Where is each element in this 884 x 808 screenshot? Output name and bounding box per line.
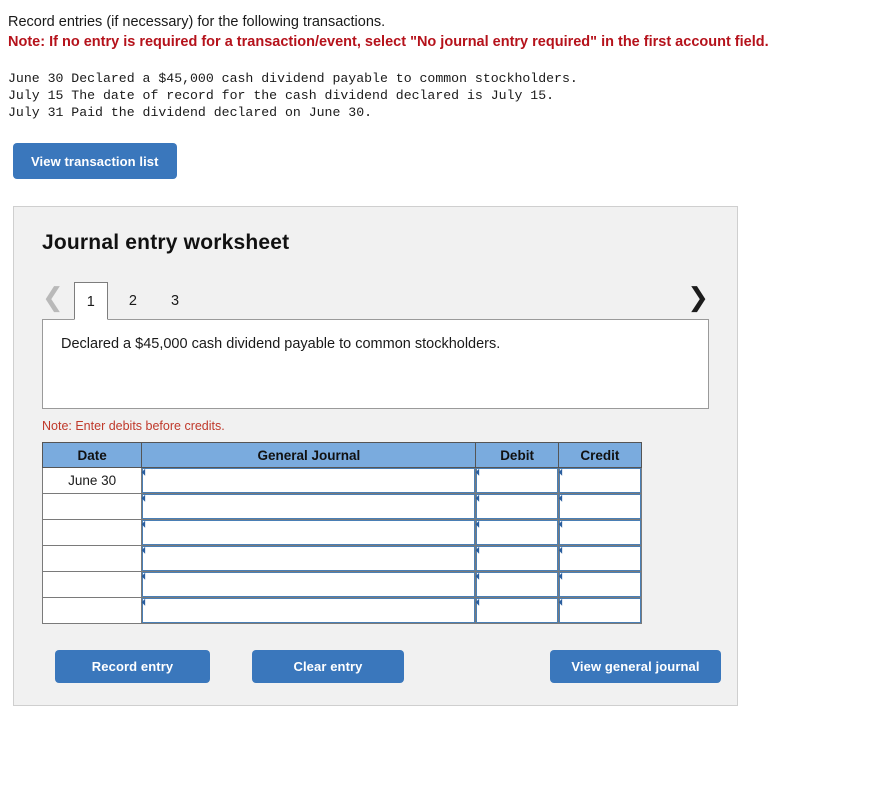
credit-input-field[interactable] — [558, 520, 641, 545]
debit-input-field[interactable] — [476, 572, 558, 597]
view-general-journal-button[interactable]: View general journal — [550, 650, 721, 683]
date-cell[interactable]: June 30 — [41, 467, 143, 494]
worksheet-tab-1[interactable]: 1 — [73, 282, 108, 320]
chevron-left-icon[interactable]: ❮ — [42, 285, 74, 319]
credit-cell[interactable] — [557, 493, 643, 520]
instruction-note: Note: If no entry is required for a tran… — [8, 34, 769, 50]
worksheet-tab-label: 1 — [86, 294, 95, 310]
credit-input-field[interactable] — [558, 494, 641, 519]
debit-cell[interactable] — [475, 467, 559, 494]
journal-account-cell[interactable] — [141, 467, 477, 494]
intro-block: Record entries (if necessary) for the fo… — [0, 0, 884, 52]
credit-cell[interactable] — [557, 545, 643, 572]
instruction-text: Record entries (if necessary) for the fo… — [8, 14, 386, 30]
debit-cell[interactable] — [475, 545, 559, 572]
dropdown-triangle-icon — [558, 598, 569, 610]
debit-input-field[interactable] — [476, 468, 558, 493]
column-header-date: Date — [41, 442, 143, 468]
debit-cell[interactable] — [475, 571, 559, 598]
debit-cell[interactable] — [475, 597, 559, 624]
dropdown-triangle-icon — [476, 494, 487, 506]
dropdown-triangle-icon — [476, 572, 487, 584]
journal-entry-table: Date General Journal Debit Credit June 3… — [41, 442, 643, 624]
dropdown-triangle-icon — [558, 468, 569, 480]
table-row — [41, 571, 643, 598]
debit-cell[interactable] — [475, 519, 559, 546]
debit-cell[interactable] — [475, 493, 559, 520]
table-row — [41, 597, 643, 624]
transaction-line: June 30 Declared a $45,000 cash dividend… — [8, 71, 578, 86]
debit-input-field[interactable] — [476, 494, 558, 519]
dropdown-triangle-icon — [141, 572, 153, 584]
record-entry-button[interactable]: Record entry — [55, 650, 210, 683]
panel-title: Journal entry worksheet — [42, 231, 290, 254]
dropdown-triangle-icon — [476, 598, 487, 610]
view-transaction-list-button[interactable]: View transaction list — [13, 143, 177, 179]
dropdown-triangle-icon — [558, 494, 569, 506]
table-header-row: Date General Journal Debit Credit — [41, 442, 643, 468]
date-cell[interactable] — [41, 545, 143, 572]
account-select-field[interactable] — [141, 468, 476, 493]
clear-entry-button[interactable]: Clear entry — [252, 650, 404, 683]
date-cell[interactable] — [41, 493, 143, 520]
debits-before-credits-note: Note: Enter debits before credits. — [42, 419, 225, 433]
journal-account-cell[interactable] — [141, 571, 477, 598]
credit-input-field[interactable] — [558, 468, 641, 493]
transaction-list: June 30 Declared a $45,000 cash dividend… — [8, 70, 884, 121]
credit-cell[interactable] — [557, 467, 643, 494]
account-select-field[interactable] — [141, 546, 476, 571]
transaction-description-text: Declared a $45,000 cash dividend payable… — [61, 336, 501, 352]
transaction-description-box: Declared a $45,000 cash dividend payable… — [42, 319, 709, 409]
column-header-journal: General Journal — [141, 442, 477, 468]
credit-input-field[interactable] — [558, 598, 641, 623]
transaction-line: July 31 Paid the dividend declared on Ju… — [8, 105, 373, 120]
account-select-field[interactable] — [141, 598, 476, 623]
column-header-debit: Debit — [475, 442, 559, 468]
debit-input-field[interactable] — [476, 598, 558, 623]
credit-input-field[interactable] — [558, 572, 641, 597]
account-select-field[interactable] — [141, 494, 476, 519]
credit-cell[interactable] — [557, 519, 643, 546]
worksheet-tab-2[interactable]: 2 — [116, 281, 150, 319]
dropdown-triangle-icon — [141, 520, 153, 532]
date-cell[interactable] — [41, 571, 143, 598]
credit-cell[interactable] — [557, 571, 643, 598]
worksheet-tab-label: 3 — [170, 293, 180, 309]
credit-cell[interactable] — [557, 597, 643, 624]
dropdown-triangle-icon — [141, 546, 153, 558]
dropdown-triangle-icon — [476, 546, 487, 558]
table-row — [41, 493, 643, 520]
journal-account-cell[interactable] — [141, 597, 477, 624]
journal-account-cell[interactable] — [141, 519, 477, 546]
date-cell[interactable] — [41, 519, 143, 546]
account-select-field[interactable] — [141, 572, 476, 597]
dropdown-triangle-icon — [558, 546, 569, 558]
journal-entry-worksheet-panel: Journal entry worksheet ❮ 1 2 3 ❯ Declar… — [13, 206, 738, 706]
journal-account-cell[interactable] — [141, 545, 477, 572]
worksheet-tab-label: 2 — [128, 293, 137, 309]
date-cell[interactable] — [41, 597, 143, 624]
dropdown-triangle-icon — [558, 520, 569, 532]
debit-input-field[interactable] — [476, 520, 558, 545]
column-header-credit: Credit — [557, 442, 643, 468]
worksheet-actions: Record entry Clear entry View general jo… — [14, 650, 737, 686]
table-row — [41, 545, 643, 572]
debit-input-field[interactable] — [476, 546, 558, 571]
chevron-right-icon[interactable]: ❯ — [687, 285, 709, 311]
worksheet-tab-3[interactable]: 3 — [158, 281, 192, 319]
account-select-field[interactable] — [141, 520, 476, 545]
transaction-line: July 15 The date of record for the cash … — [8, 88, 555, 103]
worksheet-pager: ❮ 1 2 3 ❯ — [14, 273, 737, 320]
dropdown-triangle-icon — [476, 468, 487, 480]
dropdown-triangle-icon — [476, 520, 487, 532]
dropdown-triangle-icon — [141, 598, 153, 610]
table-row: June 30 — [41, 467, 643, 494]
credit-input-field[interactable] — [558, 546, 641, 571]
table-row — [41, 519, 643, 546]
dropdown-triangle-icon — [141, 494, 153, 506]
dropdown-triangle-icon — [141, 468, 153, 480]
journal-account-cell[interactable] — [141, 493, 477, 520]
dropdown-triangle-icon — [558, 572, 569, 584]
